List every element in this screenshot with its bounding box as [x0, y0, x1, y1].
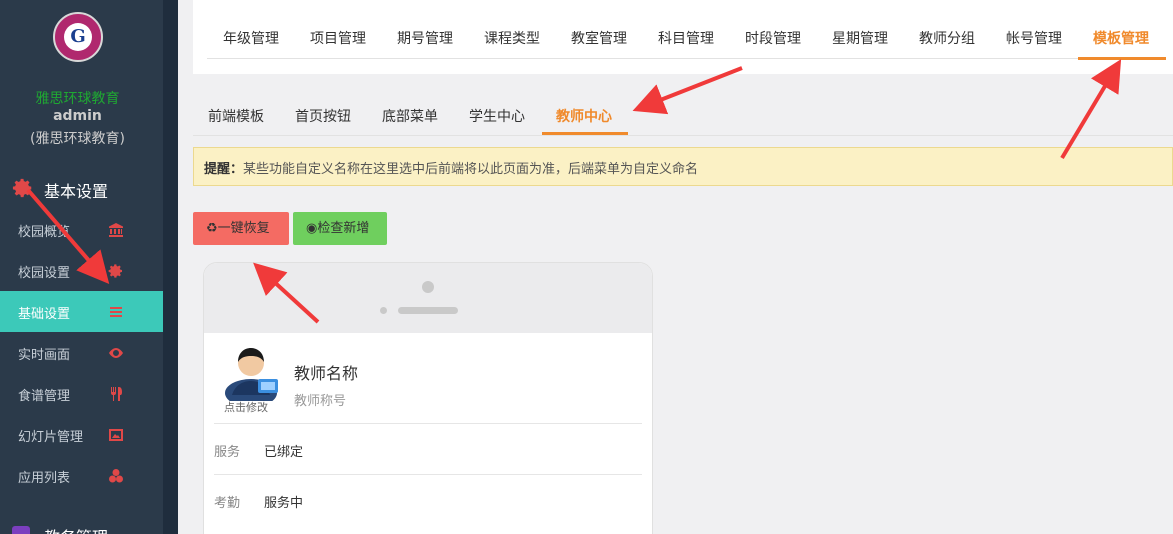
tab-course-type[interactable]: 课程类型 [484, 28, 540, 48]
top-nav: 年级管理 项目管理 期号管理 课程类型 教室管理 科目管理 时段管理 星期管理 … [193, 0, 1173, 74]
sidebar-item-label: 校园设置 [18, 266, 71, 281]
notice-text: 提醒：某些功能自定义名称在这里选中后前端将以此页面为准，后端菜单为自定义命名 [204, 158, 698, 177]
subtab-teacher-center[interactable]: 教师中心 [556, 106, 612, 126]
teacher-avatar-icon[interactable] [222, 343, 280, 401]
sub-tabs: 前端模板 首页按钮 底部菜单 学生中心 教师中心 [193, 96, 1173, 138]
academic-icon [12, 526, 30, 534]
sidebar-panel: G 雅思环球教育 admin (雅思环球教育) 基本设置 校园概览 校园设置 基… [0, 0, 163, 534]
subtab-frontend-template[interactable]: 前端模板 [208, 106, 264, 126]
active-tab-indicator [1078, 57, 1166, 60]
sidebar-item-label: 食谱管理 [18, 389, 71, 404]
sidebar-item-label: 应用列表 [18, 471, 71, 486]
notice-message: 某些功能自定义名称在这里选中后前端将以此页面为准，后端菜单为自定义命名 [243, 162, 699, 177]
active-subtab-indicator [542, 132, 628, 135]
cutlery-icon [111, 387, 122, 401]
sidebar-item-label: 幻灯片管理 [18, 430, 84, 445]
tab-grade[interactable]: 年级管理 [223, 28, 279, 48]
subtab-bottom-menu[interactable]: 底部菜单 [382, 106, 438, 126]
sidebar-item-basic-settings[interactable]: 基础设置 [0, 291, 163, 332]
gear-icon [12, 178, 32, 198]
tab-timeslot[interactable]: 时段管理 [745, 28, 801, 48]
check-new-button[interactable]: ◉检查新增 [293, 212, 387, 245]
sidebar-item-menu-management[interactable]: 食谱管理 [0, 373, 163, 414]
service-value: 已绑定 [264, 445, 304, 460]
sidebar-item-campus-settings[interactable]: 校园设置 [0, 250, 163, 291]
sidebar-item-app-list[interactable]: 应用列表 [0, 455, 163, 496]
section-title: 基本设置 [44, 182, 109, 201]
phone-header [204, 263, 652, 333]
tab-account[interactable]: 帐号管理 [1006, 28, 1062, 48]
speaker-slot [398, 307, 458, 314]
service-label: 服务 [214, 445, 241, 460]
org-logo: G [53, 12, 103, 62]
attendance-label: 考勤 [214, 496, 241, 511]
section-title: 教务管理 [44, 524, 108, 534]
sidebar-item-label: 校园概览 [18, 225, 71, 240]
notice-banner: 提醒：某些功能自定义名称在这里选中后前端将以此页面为准，后端菜单为自定义命名 [193, 147, 1173, 186]
bank-icon [109, 223, 123, 237]
divider [214, 423, 642, 424]
org-subtitle: (雅思环球教育) [30, 131, 125, 147]
sensor-dot [380, 307, 387, 314]
teacher-name: 教师名称 [294, 364, 359, 383]
attendance-value: 服务中 [264, 496, 304, 511]
restore-default-button[interactable]: ♻一键恢复 [193, 212, 289, 245]
sidebar-item-live-view[interactable]: 实时画面 [0, 332, 163, 373]
tab-subject[interactable]: 科目管理 [658, 28, 714, 48]
tab-period[interactable]: 期号管理 [397, 28, 453, 48]
tab-teacher-group[interactable]: 教师分组 [919, 28, 975, 48]
tab-classroom[interactable]: 教室管理 [571, 28, 627, 48]
divider [214, 474, 642, 475]
nav-divider [207, 58, 1165, 59]
sidebar-item-campus-overview[interactable]: 校园概览 [0, 209, 163, 250]
tab-project[interactable]: 项目管理 [310, 28, 366, 48]
list-icon [110, 307, 122, 317]
teacher-title: 教师称号 [294, 394, 347, 409]
tab-weekday[interactable]: 星期管理 [832, 28, 888, 48]
gear-icon [108, 264, 122, 278]
notice-label: 提醒： [204, 162, 244, 177]
tab-template[interactable]: 模板管理 [1093, 28, 1149, 48]
sidebar-item-label: 实时画面 [18, 348, 71, 363]
apps-icon [109, 469, 123, 483]
subtab-divider [193, 135, 1173, 136]
eye-icon [109, 348, 123, 358]
section-academic[interactable]: 教务管理 [0, 516, 163, 534]
camera-icon [422, 281, 434, 293]
mobile-preview: 点击修改 教师名称 教师称号 服务 已绑定 考勤 服务中 [203, 262, 653, 534]
section-basic-settings[interactable]: 基本设置 [0, 168, 163, 208]
avatar-caption[interactable]: 点击修改 [224, 399, 268, 415]
subtab-student-center[interactable]: 学生中心 [469, 106, 525, 126]
sidebar: G 雅思环球教育 admin (雅思环球教育) 基本设置 校园概览 校园设置 基… [0, 0, 178, 534]
image-icon [109, 429, 123, 441]
user-name: admin [53, 108, 102, 124]
sidebar-item-slideshow[interactable]: 幻灯片管理 [0, 414, 163, 455]
subtab-home-buttons[interactable]: 首页按钮 [295, 106, 351, 126]
sidebar-item-label: 基础设置 [18, 307, 71, 322]
logo-letter: G [64, 23, 92, 51]
org-name: 雅思环球教育 [35, 91, 120, 107]
